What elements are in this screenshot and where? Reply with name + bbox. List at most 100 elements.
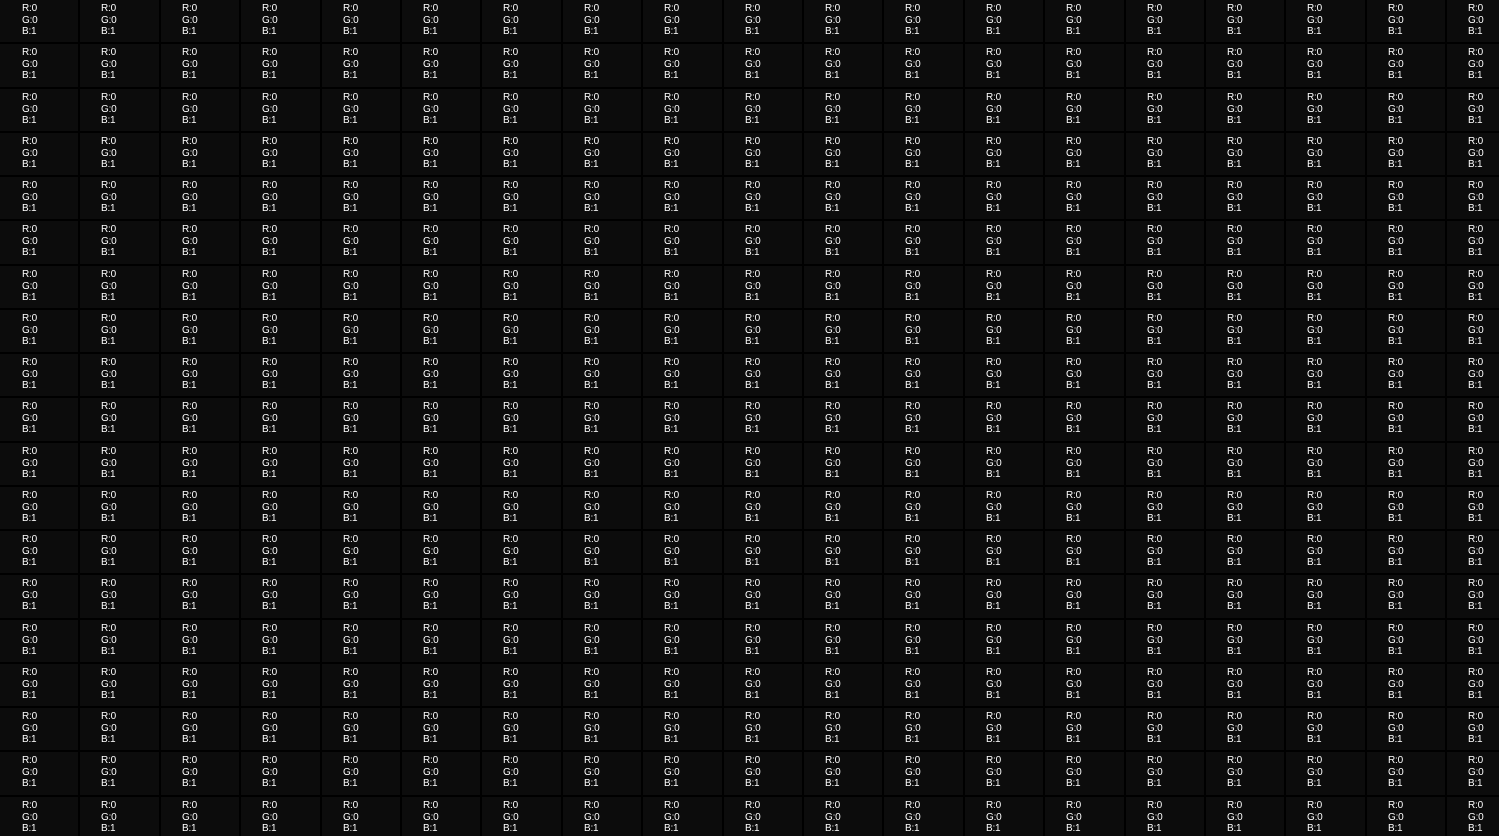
channel-value-g: G:0 (343, 634, 359, 646)
channel-value-g: G:0 (825, 412, 841, 424)
color-value-cell: R:0 G:0 B:1 (1367, 664, 1445, 706)
channel-value-g: G:0 (262, 191, 278, 203)
channel-value-r: R:0 (182, 446, 197, 457)
channel-value-r: R:0 (664, 490, 679, 501)
channel-value-b: B:1 (825, 247, 840, 258)
channel-value-g: G:0 (745, 14, 761, 26)
color-value-cell: R:0 G:0 B:1 (402, 398, 480, 441)
channel-value-g: G:0 (1307, 501, 1323, 513)
channel-value-b: B:1 (664, 601, 679, 612)
channel-value-g: G:0 (182, 147, 198, 159)
color-value-cell: R:0 G:0 B:1 (965, 531, 1043, 573)
color-value-cell: R:0 G:0 B:1 (482, 797, 561, 836)
channel-value-r: R:0 (584, 667, 599, 678)
channel-value-g: G:0 (423, 191, 439, 203)
color-value-cell: R:0 G:0 B:1 (1367, 575, 1445, 618)
channel-value-r: R:0 (423, 578, 438, 589)
channel-value-b: B:1 (182, 823, 197, 834)
channel-value-b: B:1 (503, 690, 518, 701)
color-value-cell: R:0 G:0 B:1 (563, 310, 641, 352)
color-value-cell: R:0 G:0 B:1 (884, 310, 963, 352)
channel-value-b: B:1 (423, 557, 438, 568)
channel-value-b: B:1 (905, 159, 920, 170)
channel-value-r: R:0 (825, 623, 840, 634)
color-value-cell: R:0 G:0 B:1 (402, 575, 480, 618)
color-value-cell: R:0 G:0 B:1 (724, 487, 802, 529)
channel-value-g: G:0 (182, 634, 198, 646)
channel-value-r: R:0 (1388, 755, 1403, 766)
color-value-cell: R:0 G:0 B:1 (1367, 44, 1445, 87)
color-value-cell: R:0 G:0 B:1 (161, 177, 239, 219)
channel-value-b: B:1 (343, 424, 358, 435)
channel-value-g: G:0 (745, 58, 761, 70)
channel-value-b: B:1 (1147, 601, 1162, 612)
color-value-cell: R:0 G:0 B:1 (563, 266, 641, 308)
channel-value-b: B:1 (101, 646, 116, 657)
channel-value-g: G:0 (584, 324, 600, 336)
channel-value-g: G:0 (1147, 14, 1163, 26)
channel-value-g: G:0 (825, 368, 841, 380)
channel-value-b: B:1 (423, 424, 438, 435)
channel-value-b: B:1 (1468, 646, 1483, 657)
channel-value-r: R:0 (1468, 401, 1483, 412)
channel-value-b: B:1 (825, 424, 840, 435)
channel-value-r: R:0 (101, 47, 116, 58)
channel-value-b: B:1 (182, 292, 197, 303)
channel-value-r: R:0 (664, 47, 679, 58)
color-value-cell: R:0 G:0 B:1 (1045, 752, 1124, 795)
channel-value-b: B:1 (1227, 115, 1242, 126)
channel-value-b: B:1 (1307, 26, 1322, 37)
color-value-cell: R:0 G:0 B:1 (804, 221, 882, 264)
color-value-cell: R:0 G:0 B:1 (563, 531, 641, 573)
channel-value-g: G:0 (905, 191, 921, 203)
channel-value-b: B:1 (182, 247, 197, 258)
color-value-cell: R:0 G:0 B:1 (0, 620, 78, 662)
channel-value-b: B:1 (22, 778, 37, 789)
channel-value-g: G:0 (1468, 14, 1484, 26)
color-value-cell: R:0 G:0 B:1 (482, 266, 561, 308)
channel-value-b: B:1 (986, 823, 1001, 834)
channel-value-r: R:0 (584, 578, 599, 589)
channel-value-r: R:0 (101, 578, 116, 589)
color-value-cell: R:0 G:0 B:1 (563, 177, 641, 219)
color-value-cell: R:0 G:0 B:1 (80, 221, 159, 264)
color-value-cell: R:0 G:0 B:1 (643, 575, 722, 618)
color-value-cell: R:0 G:0 B:1 (241, 398, 320, 441)
color-value-cell: R:0 G:0 B:1 (884, 266, 963, 308)
channel-value-r: R:0 (1066, 667, 1081, 678)
color-value-cell: R:0 G:0 B:1 (482, 575, 561, 618)
channel-value-b: B:1 (182, 778, 197, 789)
channel-value-b: B:1 (986, 380, 1001, 391)
color-value-cell: R:0 G:0 B:1 (1045, 266, 1124, 308)
color-value-cell: R:0 G:0 B:1 (965, 797, 1043, 836)
channel-value-r: R:0 (343, 180, 358, 191)
channel-value-r: R:0 (182, 224, 197, 235)
channel-value-r: R:0 (22, 357, 37, 368)
channel-value-r: R:0 (1227, 623, 1242, 634)
channel-value-g: G:0 (825, 457, 841, 469)
color-value-cell: R:0 G:0 B:1 (1206, 443, 1284, 485)
channel-value-g: G:0 (1307, 103, 1323, 115)
channel-value-r: R:0 (1066, 92, 1081, 103)
channel-value-r: R:0 (1066, 534, 1081, 545)
color-value-cell: R:0 G:0 B:1 (563, 44, 641, 87)
color-value-cell: R:0 G:0 B:1 (482, 354, 561, 396)
channel-value-r: R:0 (1147, 357, 1162, 368)
channel-value-g: G:0 (664, 14, 680, 26)
channel-value-b: B:1 (503, 823, 518, 834)
channel-value-g: G:0 (745, 280, 761, 292)
channel-value-g: G:0 (584, 501, 600, 513)
channel-value-r: R:0 (22, 136, 37, 147)
channel-value-b: B:1 (101, 469, 116, 480)
channel-value-r: R:0 (503, 269, 518, 280)
channel-value-g: G:0 (1468, 501, 1484, 513)
channel-value-b: B:1 (101, 690, 116, 701)
channel-value-g: G:0 (1307, 545, 1323, 557)
channel-value-r: R:0 (1307, 357, 1322, 368)
color-value-cell: R:0 G:0 B:1 (965, 443, 1043, 485)
color-value-cell: R:0 G:0 B:1 (1286, 708, 1365, 750)
color-value-cell: R:0 G:0 B:1 (1286, 487, 1365, 529)
channel-value-b: B:1 (343, 247, 358, 258)
color-value-cell: R:0 G:0 B:1 (241, 89, 320, 131)
channel-value-b: B:1 (1307, 115, 1322, 126)
